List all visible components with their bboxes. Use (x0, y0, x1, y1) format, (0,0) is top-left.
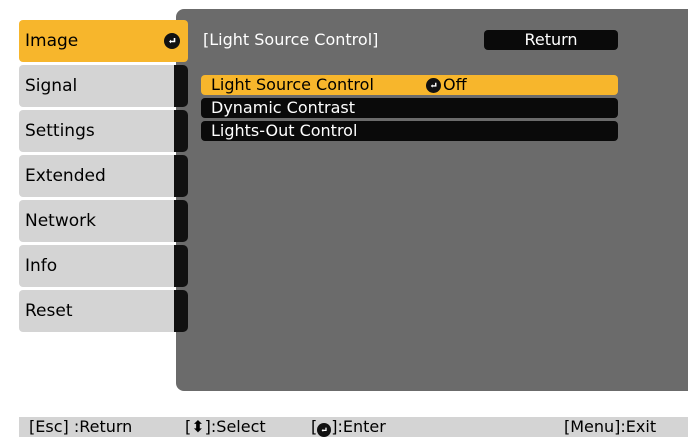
option-label: Dynamic Contrast (211, 98, 356, 117)
sidebar-item-label: Image (25, 31, 79, 51)
up-down-icon: ⬍ (191, 417, 205, 436)
enter-icon (164, 33, 180, 49)
help-menu-exit: [Menu]:Exit (564, 417, 657, 436)
option-dynamic-contrast[interactable]: Dynamic Contrast (201, 98, 618, 118)
enter-icon (317, 423, 332, 437)
sidebar-item-label: Info (25, 256, 58, 276)
help-bar: [Esc] :Return [⬍]:Select []:Enter [Menu]… (19, 417, 688, 437)
sidebar-item-network[interactable]: Network (19, 200, 188, 242)
sidebar-item-info[interactable]: Info (19, 245, 188, 287)
help-select: [⬍]:Select (185, 417, 266, 436)
sidebar-item-label: Network (25, 211, 96, 231)
main-panel (176, 9, 688, 391)
sidebar-item-label: Signal (25, 76, 78, 96)
option-lights-out-control[interactable]: Lights-Out Control (201, 121, 618, 141)
panel-title: [Light Source Control] (203, 30, 379, 49)
osd-menu: Image Signal Settings Extended Network I… (0, 0, 688, 395)
help-esc-return: [Esc] :Return (29, 417, 133, 436)
option-label: Lights-Out Control (211, 121, 358, 140)
enter-icon (426, 77, 441, 93)
sidebar-item-extended[interactable]: Extended (19, 155, 188, 197)
option-label: Light Source Control (211, 75, 374, 94)
sidebar-item-label: Settings (25, 121, 95, 141)
help-enter: []:Enter (311, 417, 386, 437)
sidebar-item-signal[interactable]: Signal (19, 65, 188, 107)
return-button[interactable]: Return (484, 30, 618, 50)
sidebar-item-label: Reset (25, 301, 73, 321)
sidebar-item-image[interactable]: Image (19, 20, 188, 62)
sidebar-item-reset[interactable]: Reset (19, 290, 188, 332)
option-value: Off (443, 75, 467, 94)
sidebar-item-settings[interactable]: Settings (19, 110, 188, 152)
sidebar-item-label: Extended (25, 166, 106, 186)
option-light-source-control[interactable]: Light Source Control Off (201, 75, 618, 95)
